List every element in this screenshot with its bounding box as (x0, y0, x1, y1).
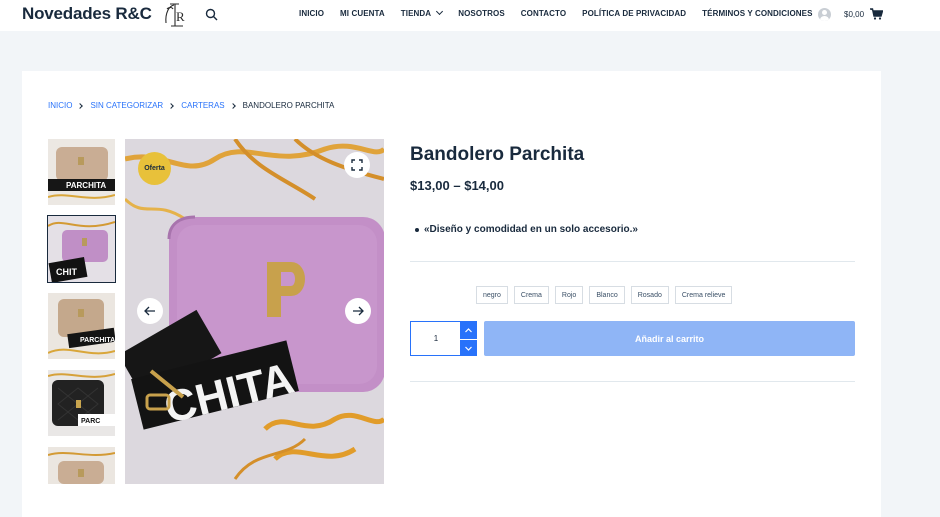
user-icon[interactable] (818, 8, 831, 21)
chevron-down-icon (436, 7, 444, 16)
variation-blanco[interactable]: Blanco (589, 286, 625, 304)
variation-crema[interactable]: Crema (513, 286, 549, 304)
chevron-down-icon (465, 346, 472, 351)
quantity-increase-button[interactable] (460, 322, 477, 339)
thumbnail-5[interactable] (48, 447, 115, 484)
variation-rosado[interactable]: Rosado (630, 286, 669, 304)
nav-item-tienda[interactable]: TIENDA (400, 7, 444, 18)
chevron-right-icon (229, 102, 236, 109)
arrow-right-icon (353, 306, 364, 316)
quantity-stepper: 1 (410, 321, 477, 356)
logo-icon[interactable]: R (161, 1, 189, 29)
logo-letter: R (176, 9, 185, 24)
thumbnail-1[interactable]: PARCHITA (48, 139, 115, 205)
divider (410, 381, 855, 382)
breadcrumb-inicio[interactable]: INICIO (48, 101, 72, 110)
thumbnail-3[interactable]: PARCHITA (48, 293, 115, 359)
search-icon[interactable] (205, 8, 218, 21)
variation-negro[interactable]: negro (476, 286, 508, 304)
nav-item-inicio[interactable]: INICIO (299, 9, 324, 18)
quantity-decrease-button[interactable] (460, 339, 477, 356)
cart-icon[interactable] (870, 8, 883, 20)
quantity-input[interactable]: 1 (411, 322, 461, 355)
nav-item-mi-cuenta[interactable]: MI CUENTA (340, 9, 385, 18)
arrow-left-icon (144, 306, 155, 316)
main-nav: INICIO MI CUENTA TIENDA NOSOTROS CONTACT… (299, 7, 813, 18)
divider (410, 261, 855, 262)
thumbnail-4[interactable]: PARC (48, 370, 115, 436)
svg-text:CHIT: CHIT (56, 267, 77, 277)
thumbnail-2[interactable]: CHIT (47, 215, 116, 283)
product-short-description: «Diseño y comodidad en un solo accesorio… (415, 224, 638, 235)
nav-item-terminos[interactable]: TÉRMINOS Y CONDICIONES (702, 9, 812, 18)
variation-swatches: negro Crema Rojo Blanco Rosado Crema rel… (476, 286, 733, 304)
nav-item-privacidad[interactable]: POLÍTICA DE PRIVACIDAD (582, 9, 686, 18)
prev-image-button[interactable] (137, 298, 163, 324)
fullscreen-icon (351, 159, 363, 171)
breadcrumb-carteras[interactable]: CARTERAS (181, 101, 224, 110)
svg-text:PARC: PARC (81, 418, 100, 425)
chevron-right-icon (77, 102, 84, 109)
cart-total[interactable]: $0,00 (844, 10, 864, 19)
site-title[interactable]: Novedades R&C (22, 4, 152, 24)
sale-badge: Oferta (138, 152, 171, 185)
breadcrumb-current: BANDOLERO PARCHITA (242, 101, 335, 110)
variation-rojo[interactable]: Rojo (554, 286, 584, 304)
breadcrumb-sin-categorizar[interactable]: SIN CATEGORIZAR (90, 101, 163, 110)
svg-text:PARCHITA: PARCHITA (66, 181, 106, 190)
breadcrumb: INICIO SIN CATEGORIZAR CARTERAS BANDOLER… (48, 101, 334, 110)
site-header: Novedades R&C R INICIO MI CUENTA TIENDA … (0, 0, 940, 31)
chevron-up-icon (465, 328, 472, 333)
nav-item-contacto[interactable]: CONTACTO (521, 9, 566, 18)
add-to-cart-button[interactable]: Añadir al carrito (484, 321, 855, 356)
variation-crema-relieve[interactable]: Crema relieve (674, 286, 733, 304)
product-price: $13,00 – $14,00 (410, 178, 504, 193)
chevron-right-icon (168, 102, 175, 109)
nav-item-tienda-label: TIENDA (400, 9, 432, 18)
zoom-button[interactable] (344, 152, 370, 178)
next-image-button[interactable] (345, 298, 371, 324)
nav-item-nosotros[interactable]: NOSOTROS (458, 9, 505, 18)
svg-text:PARCHITA: PARCHITA (80, 337, 115, 344)
product-title: Bandolero Parchita (410, 144, 585, 165)
